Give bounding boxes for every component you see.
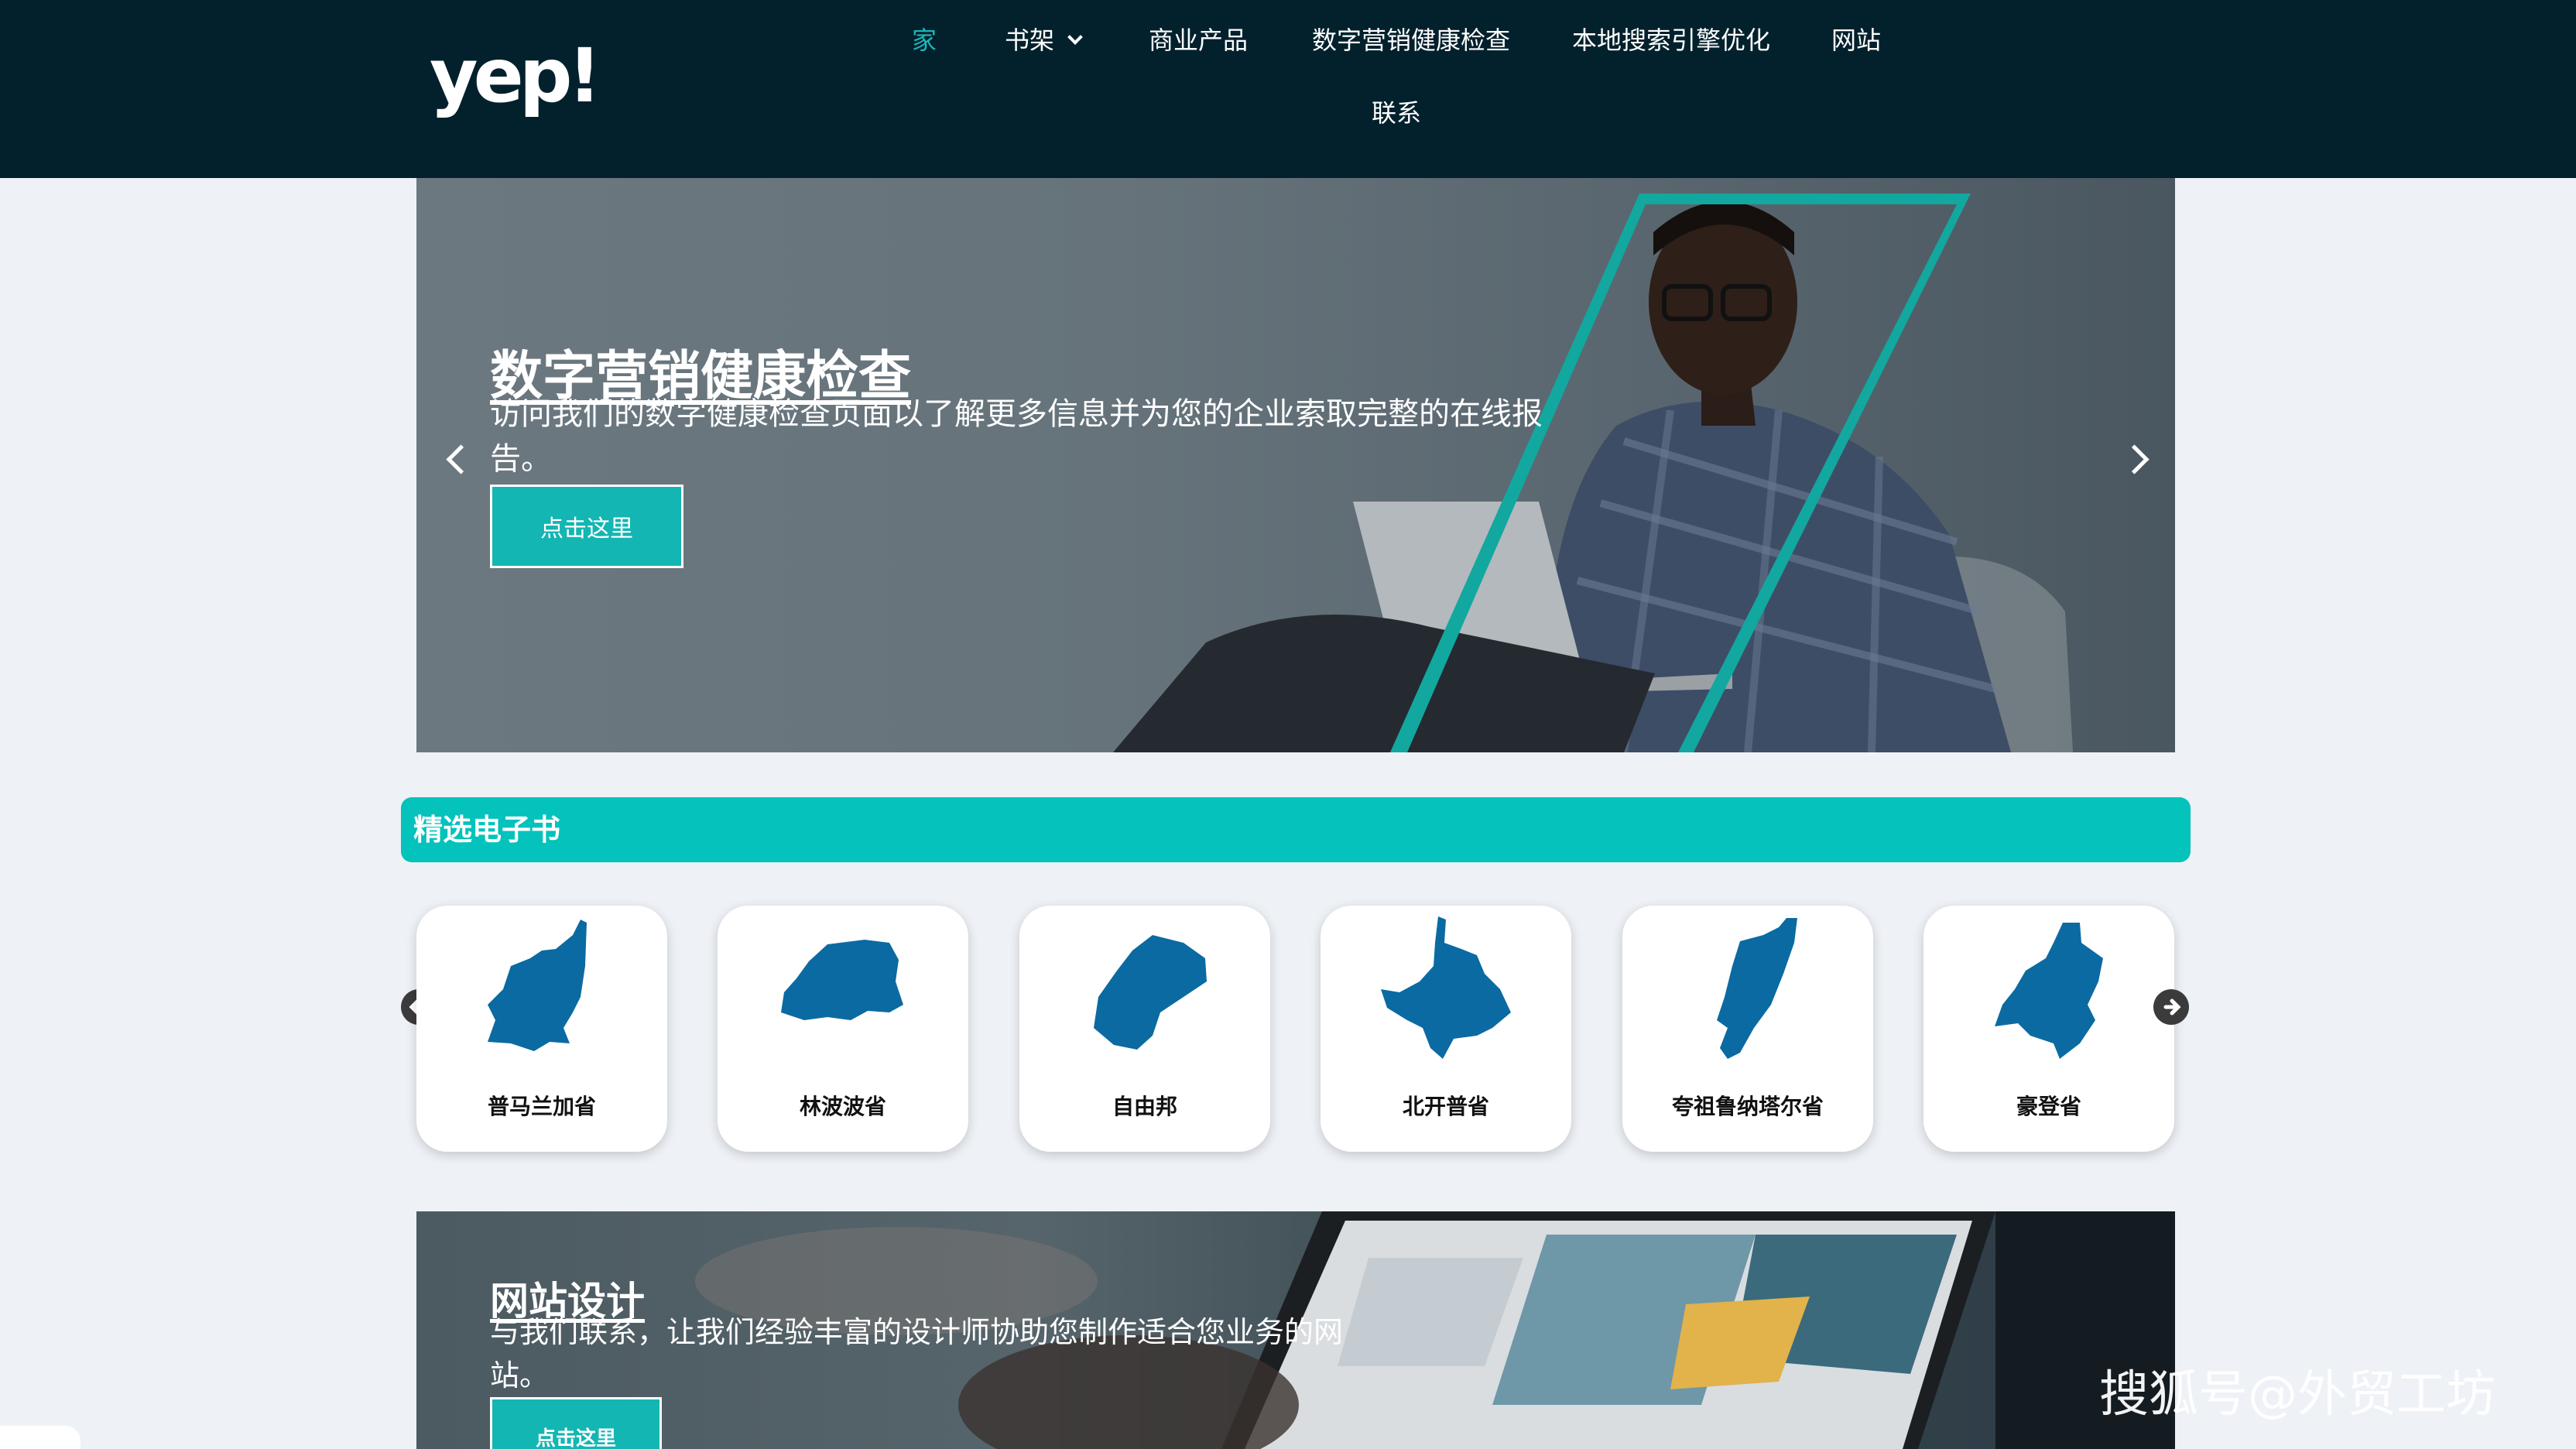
chevron-left-icon[interactable] [440,438,474,485]
website-design-banner: 网站设计 与我们联系，让我们经验丰富的设计师协助您制作适合您业务的网站。 点击这… [416,1211,2175,1449]
ebook-card-label: 普马兰加省 [487,1094,596,1119]
ebook-card-label: 林波波省 [799,1094,886,1119]
nav-item-contact[interactable]: 联系 [1372,96,1421,130]
ebook-card-limpopo[interactable]: 林波波省 [718,906,968,1152]
featured-ebooks-header: 精选电子书 [401,797,2191,862]
site-logo[interactable]: yep! [430,29,601,122]
ebook-card-label: 自由邦 [1112,1094,1177,1119]
nav-item-business-products[interactable]: 商业产品 [1149,23,1248,57]
ebook-card-label: 夸祖鲁纳塔尔省 [1671,1094,1824,1119]
section-title: 精选电子书 [413,813,561,847]
hero-description: 访问我们的数字健康检查页面以了解更多信息并为您的企业索取完整的在线报告。 [490,396,1543,477]
watermark-text: 搜狐号@外贸工坊 [2099,1366,2496,1423]
ebook-card-label: 豪登省 [2016,1094,2081,1119]
nav-item-bookshelf[interactable]: 书架 [1005,23,1083,57]
ebook-card-northern-cape[interactable]: 北开普省 [1321,906,1571,1152]
ebook-card-free-state[interactable]: 自由邦 [1019,906,1270,1152]
ebook-card-gauteng[interactable]: 豪登省 [1923,906,2174,1152]
map-mpumalanga-icon [488,920,587,1051]
site-header: yep! 家 书架 商业产品 数字营销健康检查 本地搜索引擎优化 网站 联系 [0,0,2576,178]
chevron-right-icon[interactable] [2119,438,2153,485]
map-free-state-icon [1094,935,1207,1050]
nav-item-digital-health-check[interactable]: 数字营销健康检查 [1312,23,1510,57]
nav-item-website[interactable]: 网站 [1831,23,1881,57]
hero-cta-button[interactable]: 点击这里 [490,485,683,568]
nav-item-local-seo[interactable]: 本地搜索引擎优化 [1572,23,1770,57]
ebook-card-kwazulu-natal[interactable]: 夸祖鲁纳塔尔省 [1622,906,1873,1152]
hero-slider: 数字营销健康检查 访问我们的数字健康检查页面以了解更多信息并为您的企业索取完整的… [416,178,2175,752]
ebook-card-mpumalanga[interactable]: 普马兰加省 [416,906,667,1152]
map-limpopo-icon [781,940,903,1020]
map-kwazulu-natal-icon [1717,918,1797,1059]
banner2-description: 与我们联系，让我们经验丰富的设计师协助您制作适合您业务的网站。 [490,1315,1344,1392]
map-northern-cape-icon [1381,916,1511,1059]
map-gauteng-icon [1995,923,2103,1059]
arrow-right-icon [2163,999,2181,1016]
nav-item-home[interactable]: 家 [912,23,937,57]
ebook-card-label: 北开普省 [1402,1094,1489,1119]
carousel-next-button[interactable] [2153,989,2189,1025]
banner2-cta-button[interactable]: 点击这里 [490,1397,662,1449]
corner-widget[interactable] [0,1426,80,1449]
nav-item-bookshelf-label: 书架 [1005,26,1055,55]
chevron-down-icon [1067,29,1083,45]
